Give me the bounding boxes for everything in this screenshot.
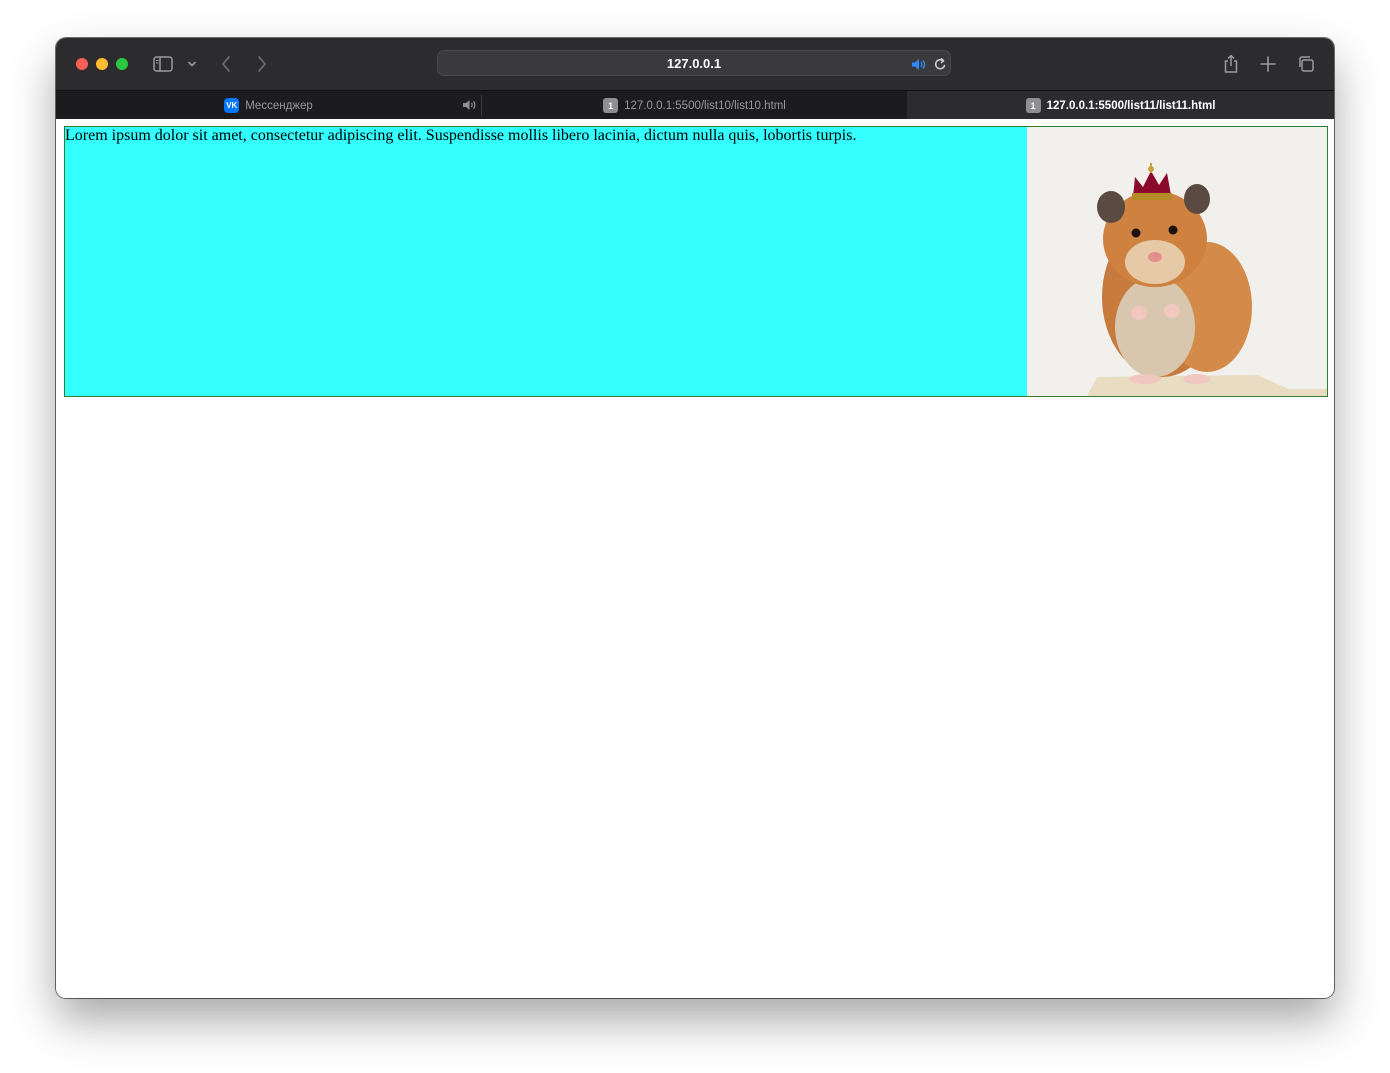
hamster-image (1027, 127, 1327, 396)
chevron-down-icon[interactable] (185, 57, 199, 71)
sidebar-toggle-icon[interactable] (152, 54, 174, 74)
address-bar[interactable]: 127.0.0.1 (437, 50, 951, 76)
flex-container: Lorem ipsum dolor sit amet, consectetur … (64, 126, 1328, 397)
forward-icon[interactable] (254, 53, 270, 75)
minimize-window-button[interactable] (96, 58, 108, 70)
tab-audio-icon[interactable] (461, 98, 477, 112)
vk-icon: VK (224, 98, 240, 113)
tab-label: 127.0.0.1:5500/list11/list11.html (1046, 99, 1216, 112)
share-icon[interactable] (1221, 52, 1241, 76)
browser-toolbar: 127.0.0.1 (56, 38, 1334, 90)
reload-icon[interactable] (932, 55, 948, 73)
page-favicon-icon: 1 (1025, 98, 1041, 113)
speaker-icon[interactable] (910, 56, 928, 72)
text-block: Lorem ipsum dolor sit amet, consectetur … (65, 127, 1027, 396)
tab-label: Мессенджер (245, 99, 313, 112)
address-text: 127.0.0.1 (666, 56, 722, 71)
back-icon[interactable] (218, 53, 234, 75)
tab-messenger[interactable]: VK Мессенджер (56, 91, 481, 120)
web-page: Lorem ipsum dolor sit amet, consectetur … (56, 119, 1334, 998)
tab-label: 127.0.0.1:5500/list10/list10.html (624, 99, 786, 112)
tab-list10[interactable]: 1 127.0.0.1:5500/list10/list10.html (482, 91, 907, 120)
tab-list11[interactable]: 1 127.0.0.1:5500/list11/list11.html (907, 91, 1334, 120)
tab-bar: VK Мессенджер 1 127.0.0.1:5500/list10/li… (56, 90, 1334, 120)
zoom-window-button[interactable] (116, 58, 128, 70)
tab-overview-icon[interactable] (1295, 53, 1317, 75)
browser-window: 127.0.0.1 VK Мессенджер 1 127.0.0.1:5500… (56, 38, 1334, 998)
new-tab-icon[interactable] (1258, 54, 1278, 74)
page-favicon-icon: 1 (603, 98, 619, 113)
window-controls (76, 58, 128, 70)
close-window-button[interactable] (76, 58, 88, 70)
